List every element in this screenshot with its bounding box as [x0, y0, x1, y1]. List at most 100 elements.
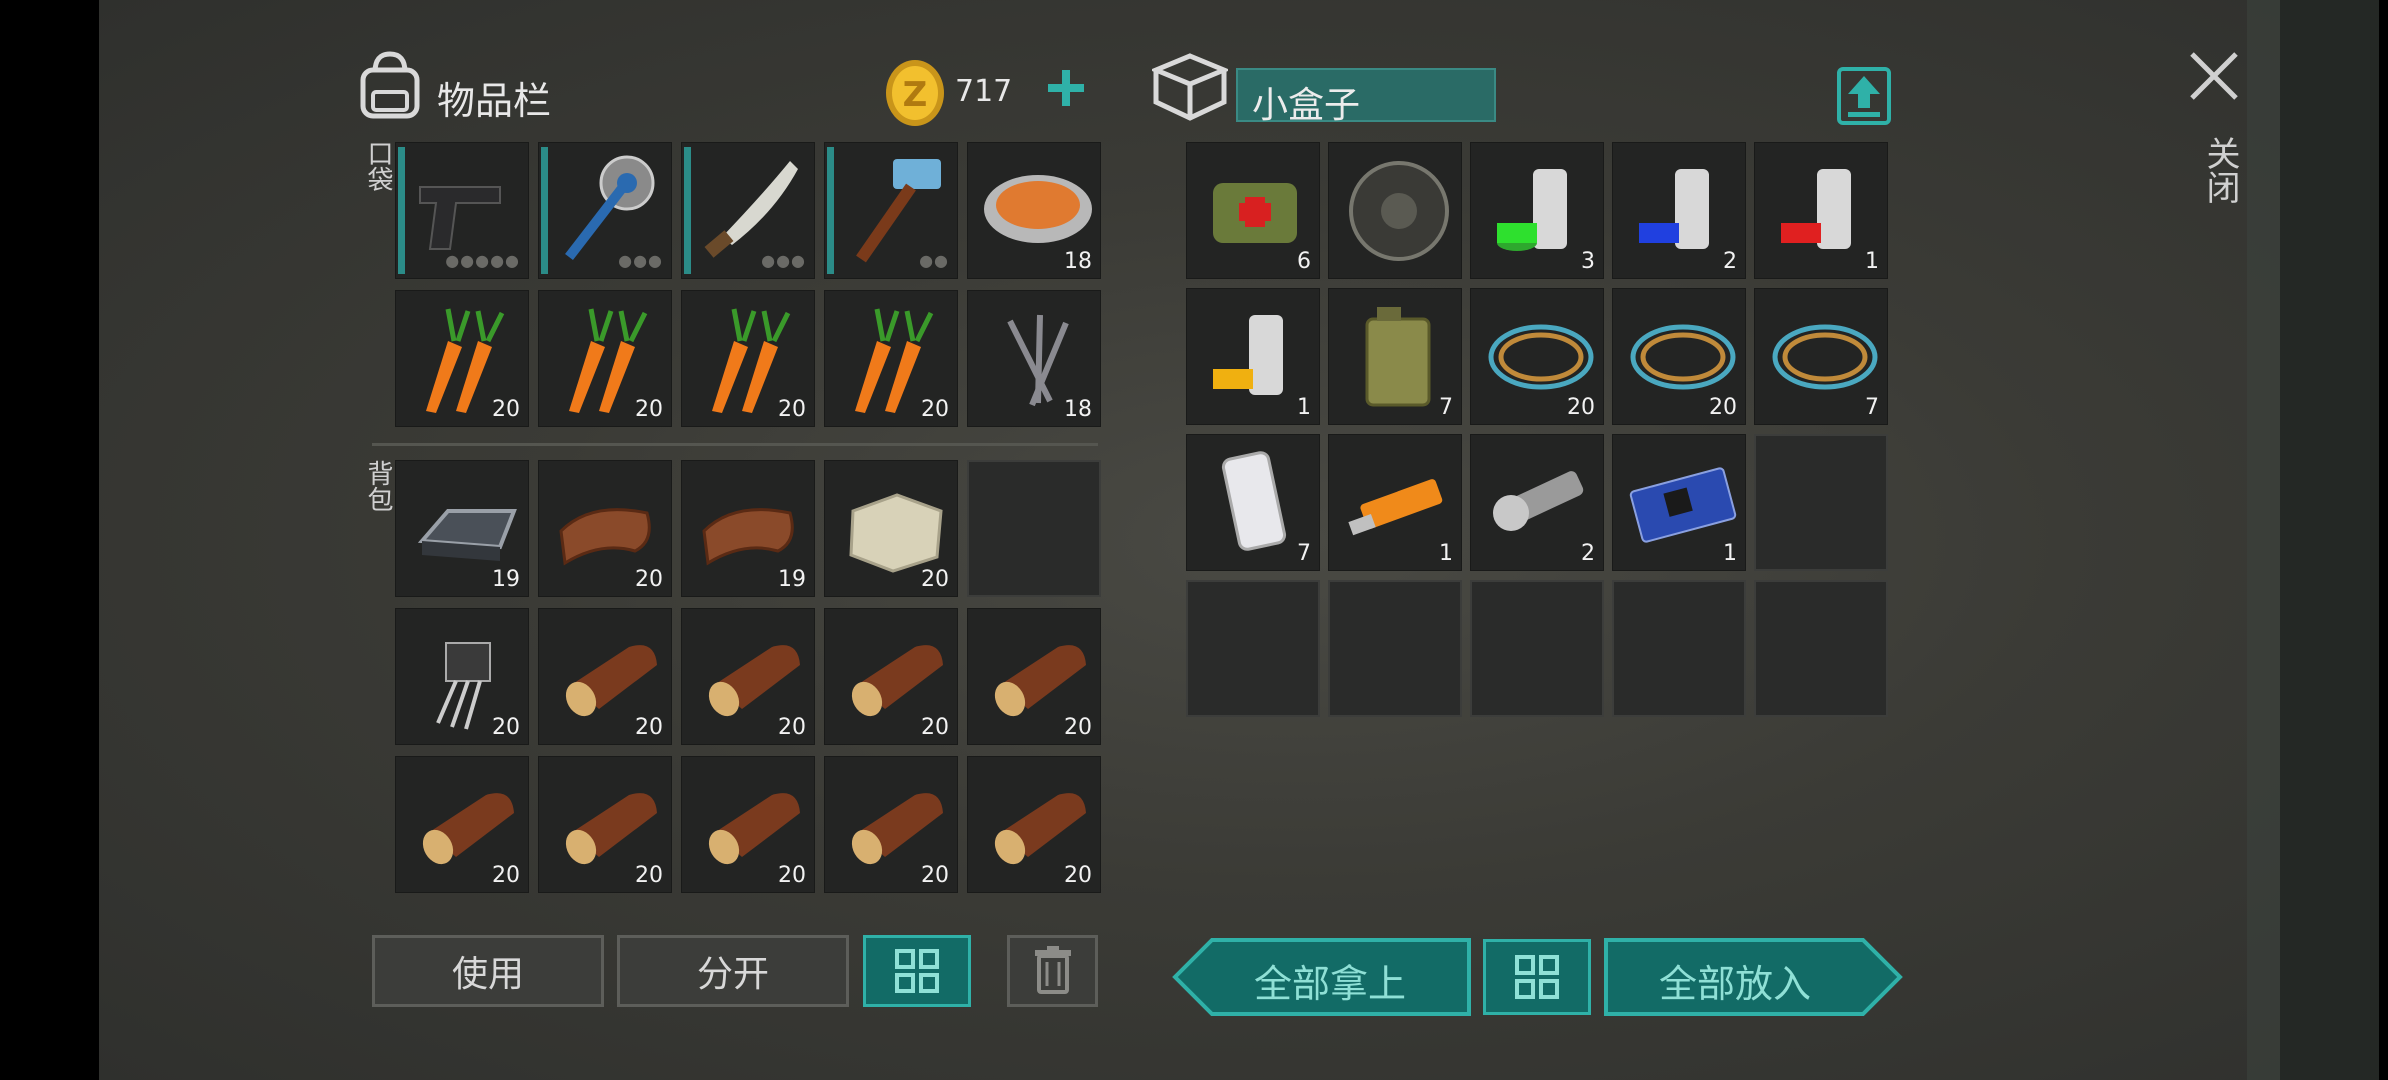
container-slot[interactable] [1754, 580, 1888, 717]
container-slot[interactable]: 20 [1470, 288, 1604, 425]
container-name-field[interactable]: 小盒子 [1236, 68, 1496, 126]
container-slot[interactable]: 1 [1186, 288, 1320, 425]
upgrade-dots: ●●●●● [445, 251, 520, 270]
backpack-slot[interactable]: 19 [395, 460, 529, 597]
side-panel [2247, 0, 2379, 1080]
backpack-slot[interactable]: 20 [395, 756, 529, 893]
item-count: 19 [492, 567, 520, 592]
upgrade-dots: ●● [919, 251, 949, 270]
backpack-slot[interactable]: 20 [824, 756, 958, 893]
pocket-slot[interactable]: 20 [681, 290, 815, 427]
pocket-slot[interactable]: 18 [967, 290, 1101, 427]
backpack-slot[interactable]: 20 [538, 608, 672, 745]
item-count: 20 [1709, 395, 1737, 420]
container-slot[interactable] [1754, 434, 1888, 571]
buy-coins-plus-icon[interactable] [1044, 66, 1088, 110]
backpack-slot[interactable]: 20 [681, 608, 815, 745]
item-count: 20 [635, 397, 663, 422]
grid-sort-icon [1515, 955, 1559, 999]
put-all-button[interactable]: 全部放入 [1603, 937, 1903, 1017]
backpack-slot[interactable] [967, 460, 1101, 597]
item-count: 1 [1865, 249, 1879, 274]
container-slot[interactable] [1470, 580, 1604, 717]
take-all-label: 全部拿上 [1254, 962, 1407, 1006]
grid-sort-icon [895, 949, 939, 993]
item-count: 20 [492, 863, 520, 888]
container-slot[interactable] [1328, 142, 1462, 279]
pocket-slot[interactable]: ●● [824, 142, 958, 279]
container-slot[interactable]: 1 [1328, 434, 1462, 571]
backpack-slot[interactable]: 20 [824, 460, 958, 597]
pocket-slot[interactable]: 20 [395, 290, 529, 427]
backpack-icon [357, 50, 423, 124]
container-slot[interactable]: 6 [1186, 142, 1320, 279]
close-button[interactable]: 关闭 [2186, 48, 2248, 218]
take-all-button[interactable]: 全部拿上 [1172, 937, 1472, 1017]
backpack-slot[interactable]: 20 [538, 460, 672, 597]
item-count: 20 [778, 715, 806, 740]
container-slot[interactable] [1186, 580, 1320, 717]
backpack-slot[interactable]: 19 [681, 460, 815, 597]
durability-bar [541, 147, 548, 274]
trash-icon [1034, 946, 1071, 994]
item-count: 19 [778, 567, 806, 592]
item-count: 20 [921, 715, 949, 740]
item-count: 2 [1723, 249, 1737, 274]
container-slot[interactable]: 3 [1470, 142, 1604, 279]
item-count: 20 [492, 715, 520, 740]
sort-container-button[interactable] [1483, 939, 1591, 1015]
close-label: 关闭 [2200, 136, 2240, 204]
inventory-title: 物品栏 [437, 79, 552, 123]
item-count: 1 [1439, 541, 1453, 566]
container-slot[interactable]: 1 [1754, 142, 1888, 279]
box-icon [1149, 52, 1231, 128]
use-button[interactable]: 使用 [372, 935, 604, 1007]
item-count: 20 [921, 863, 949, 888]
put-all-label: 全部放入 [1659, 962, 1812, 1006]
item-count: 20 [635, 863, 663, 888]
pocket-slot[interactable]: ●●● [538, 142, 672, 279]
pocket-slot[interactable]: 20 [824, 290, 958, 427]
item-count: 7 [1865, 395, 1879, 420]
item-count: 20 [921, 397, 949, 422]
close-icon [2190, 52, 2238, 100]
backpack-slot[interactable]: 20 [967, 756, 1101, 893]
durability-bar [827, 147, 834, 274]
container-slot[interactable]: 2 [1612, 142, 1746, 279]
item-count: 20 [778, 397, 806, 422]
container-slot[interactable]: 7 [1186, 434, 1320, 571]
coin-icon: Z [884, 58, 946, 132]
backpack-slot[interactable]: 20 [395, 608, 529, 745]
container-slot[interactable] [1612, 580, 1746, 717]
backpack-slot[interactable]: 20 [824, 608, 958, 745]
backpack-label: 背包 [363, 460, 393, 512]
item-count: 7 [1439, 395, 1453, 420]
upload-button[interactable] [1836, 66, 1892, 126]
upload-icon [1837, 67, 1891, 125]
container-slot[interactable]: 20 [1612, 288, 1746, 425]
split-button[interactable]: 分开 [617, 935, 849, 1007]
container-slot[interactable]: 2 [1470, 434, 1604, 571]
trash-button[interactable] [1007, 935, 1098, 1007]
item-count: 7 [1297, 541, 1311, 566]
backpack-slot[interactable]: 20 [681, 756, 815, 893]
container-slot[interactable]: 7 [1328, 288, 1462, 425]
pocket-slot[interactable]: 18 [967, 142, 1101, 279]
item-count: 18 [1064, 397, 1092, 422]
container-slot[interactable]: 7 [1754, 288, 1888, 425]
coin-count: 717 [955, 74, 1013, 109]
pocket-label: 口袋 [363, 140, 393, 192]
pocket-slot[interactable]: ●●● [681, 142, 815, 279]
sort-inventory-button[interactable] [863, 935, 971, 1007]
backpack-slot[interactable]: 20 [538, 756, 672, 893]
container-slot[interactable]: 1 [1612, 434, 1746, 571]
item-count: 20 [921, 567, 949, 592]
pocket-slot[interactable]: 20 [538, 290, 672, 427]
item-count: 20 [778, 863, 806, 888]
container-slot[interactable] [1328, 580, 1462, 717]
pocket-divider [372, 443, 1098, 446]
backpack-slot[interactable]: 20 [967, 608, 1101, 745]
durability-bar [684, 147, 691, 274]
upgrade-dots: ●●● [618, 251, 663, 270]
pocket-slot[interactable]: ●●●●● [395, 142, 529, 279]
